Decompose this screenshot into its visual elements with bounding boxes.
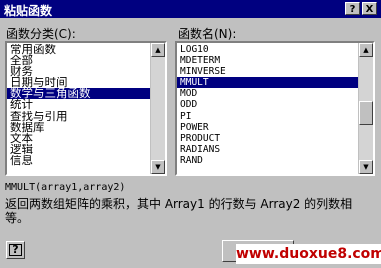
function-syntax: MMULT(array1,array2) [5,182,126,193]
list-item[interactable]: RADIANS [177,144,359,155]
help-icon[interactable]: ? [345,2,360,15]
help-button[interactable]: ? [6,241,25,259]
list-item[interactable]: RAND [177,155,359,166]
scroll-thumb[interactable] [359,101,373,125]
list-item[interactable]: 日期与时间 [7,77,151,88]
function-scrollbar[interactable]: ▲ ▼ [358,43,373,174]
list-item[interactable]: POWER [177,122,359,133]
list-item[interactable]: 全部 [7,55,151,66]
dialog-title: 粘贴函数 [4,4,53,18]
function-description: 返回两数组矩阵的乘积，其中 Array1 的行数与 Array2 的列数相等。 [5,197,353,225]
scroll-down-icon[interactable]: ▼ [151,160,165,174]
list-item[interactable]: PRODUCT [177,133,359,144]
list-item[interactable]: MOD [177,88,359,99]
list-item[interactable]: 数据库 [7,122,151,133]
list-item[interactable]: 查找与引用 [7,111,151,122]
list-item[interactable]: 数学与三角函数 [7,88,151,100]
title-bar: 粘贴函数 ? X [0,0,381,18]
scroll-down-icon[interactable]: ▼ [359,160,373,174]
watermark: www.duoxue8.com [236,244,381,264]
list-item[interactable]: MDETERM [177,55,359,66]
list-item[interactable]: PI [177,111,359,122]
scroll-up-icon[interactable]: ▲ [151,43,165,57]
list-item[interactable]: 常用函数 [7,44,151,55]
scroll-up-icon[interactable]: ▲ [359,43,373,57]
category-scrollbar[interactable]: ▲ ▼ [150,43,165,174]
list-item[interactable]: MMULT [177,77,359,89]
list-item[interactable]: ODD [177,99,359,110]
close-icon[interactable]: X [362,2,377,15]
list-item[interactable]: 统计 [7,99,151,110]
function-name-listbox[interactable]: LOG10 MDETERM MINVERSE MMULT MOD ODD PI POWER PR… [175,41,375,176]
category-listbox[interactable]: 常用函数 全部 财务 日期与时间 数学与三角函数 统计 查找与引用 数据库 文本 逻辑 信息 ▲ ▼ [5,41,167,176]
list-item[interactable]: LOG10 [177,44,359,55]
list-item[interactable]: 文本 [7,133,151,144]
list-item[interactable]: 逻辑 [7,144,151,155]
category-label: 函数分类(C): [6,27,76,41]
list-item[interactable]: 信息 [7,155,151,166]
function-name-label: 函数名(N): [178,27,237,41]
list-item[interactable]: MINVERSE [177,66,359,77]
list-item[interactable]: 财务 [7,66,151,77]
